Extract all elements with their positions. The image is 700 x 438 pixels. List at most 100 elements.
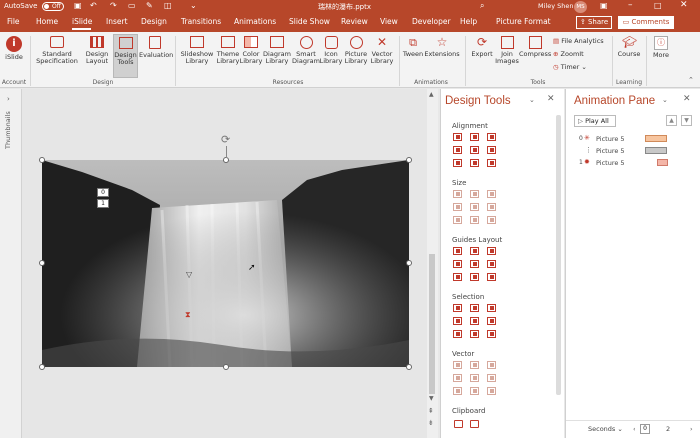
- resize-handle[interactable]: [406, 260, 412, 266]
- close-icon[interactable]: ✕: [680, 0, 688, 10]
- tab-help[interactable]: Help: [460, 17, 477, 26]
- guides-layout-tool-icon[interactable]: [487, 273, 496, 281]
- rotate-handle-icon[interactable]: ⟳: [221, 133, 230, 146]
- ribbon-display-icon[interactable]: ▣: [600, 1, 608, 10]
- standard-specification-button[interactable]: Standard Specification: [34, 36, 80, 65]
- guides-layout-tool-icon[interactable]: [470, 273, 479, 281]
- zoomit-button[interactable]: ⊕ ZoomIt: [553, 50, 584, 58]
- design-layout-button[interactable]: Design Layout: [82, 36, 112, 65]
- pane-options-icon[interactable]: ⌄: [662, 96, 668, 104]
- vector-tool-icon[interactable]: [487, 374, 496, 382]
- vector-library-button[interactable]: ✕ Vector Library: [368, 36, 396, 65]
- alignment-tool-icon[interactable]: [470, 159, 479, 167]
- scroll-up-icon[interactable]: ▲: [429, 91, 434, 98]
- smart-diagram-button[interactable]: Smart Diagram: [292, 36, 320, 65]
- seconds-dropdown[interactable]: Seconds ⌄: [588, 425, 623, 433]
- pane-options-icon[interactable]: ⌄: [529, 96, 535, 104]
- vector-tool-icon[interactable]: [470, 387, 479, 395]
- alignment-tool-icon[interactable]: [453, 159, 462, 167]
- redo-icon[interactable]: ↷: [110, 1, 117, 10]
- compress-button[interactable]: Compress: [519, 36, 551, 58]
- resize-handle[interactable]: [406, 157, 412, 163]
- animation-tag[interactable]: 1: [97, 199, 109, 208]
- evaluation-button[interactable]: Evaluation: [139, 36, 173, 59]
- size-tool-icon[interactable]: [487, 203, 496, 211]
- selection-tool-icon[interactable]: [470, 317, 479, 325]
- vector-tool-icon[interactable]: [453, 361, 462, 369]
- selection-tool-icon[interactable]: [453, 330, 462, 338]
- slideshow-library-button[interactable]: Slideshow Library: [178, 36, 216, 65]
- timeline-left-icon[interactable]: ‹: [633, 425, 636, 433]
- vector-tool-icon[interactable]: [487, 387, 496, 395]
- alignment-tool-icon[interactable]: [487, 133, 496, 141]
- shapes-icon[interactable]: ◫: [164, 1, 172, 10]
- picture-library-button[interactable]: Picture Library: [342, 36, 370, 65]
- vector-tool-icon[interactable]: [487, 361, 496, 369]
- share-button[interactable]: ⇪ Share: [576, 16, 612, 29]
- vector-tool-icon[interactable]: [453, 374, 462, 382]
- pen-icon[interactable]: ✎: [146, 1, 153, 10]
- timing-bar[interactable]: [645, 135, 667, 142]
- selection-tool-icon[interactable]: [487, 304, 496, 312]
- close-pane-icon[interactable]: ✕: [683, 94, 691, 104]
- resize-handle[interactable]: [39, 364, 45, 370]
- tab-review[interactable]: Review: [341, 17, 368, 26]
- vector-tool-icon[interactable]: [470, 374, 479, 382]
- user-avatar[interactable]: MS: [574, 1, 587, 13]
- thumbnails-strip[interactable]: › Thumbnails: [0, 89, 22, 438]
- animation-row[interactable]: 0 ✳ Picture 5: [572, 134, 697, 145]
- alignment-tool-icon[interactable]: [487, 146, 496, 154]
- selection-tool-icon[interactable]: [453, 317, 462, 325]
- animation-row[interactable]: ⋮ Picture 5: [572, 146, 697, 157]
- animation-tag[interactable]: 0: [97, 188, 109, 197]
- autosave-toggle[interactable]: Off: [42, 2, 64, 11]
- expand-thumbnails-icon[interactable]: ›: [7, 95, 10, 103]
- motion-path-start-icon[interactable]: ▽: [186, 270, 192, 279]
- pane-scrollbar[interactable]: [556, 115, 561, 395]
- tab-view[interactable]: View: [380, 17, 398, 26]
- move-down-icon[interactable]: ▼: [681, 115, 692, 126]
- color-library-button[interactable]: Color Library: [239, 36, 263, 65]
- tween-button[interactable]: ⧉ Tween: [402, 36, 424, 58]
- resize-handle[interactable]: [406, 364, 412, 370]
- alignment-tool-icon[interactable]: [453, 146, 462, 154]
- comments-button[interactable]: ▭ Comments: [618, 16, 674, 29]
- vector-tool-icon[interactable]: [470, 361, 479, 369]
- paste-icon[interactable]: [470, 420, 479, 428]
- minimize-icon[interactable]: –: [628, 0, 633, 10]
- alignment-tool-icon[interactable]: [487, 159, 496, 167]
- course-button[interactable]: 🎓︎ Course: [616, 36, 642, 58]
- selection-tool-icon[interactable]: [470, 304, 479, 312]
- tab-design[interactable]: Design: [141, 17, 167, 26]
- timeline-start[interactable]: 0: [640, 424, 650, 434]
- more-button[interactable]: ⓘ More: [650, 36, 672, 59]
- maximize-icon[interactable]: □: [654, 1, 662, 10]
- selection-tool-icon[interactable]: [453, 304, 462, 312]
- copy-icon[interactable]: [454, 420, 463, 428]
- alignment-tool-icon[interactable]: [470, 133, 479, 141]
- guides-layout-tool-icon[interactable]: [453, 260, 462, 268]
- undo-icon[interactable]: ↶: [90, 1, 97, 10]
- size-tool-icon[interactable]: [487, 190, 496, 198]
- tab-slide-show[interactable]: Slide Show: [289, 17, 330, 26]
- size-tool-icon[interactable]: [453, 216, 462, 224]
- file-analytics-button[interactable]: ▤ File Analytics: [553, 37, 604, 45]
- size-tool-icon[interactable]: [453, 203, 462, 211]
- alignment-tool-icon[interactable]: [453, 133, 462, 141]
- islide-account-button[interactable]: i iSlide: [3, 36, 25, 61]
- resize-handle[interactable]: [39, 260, 45, 266]
- guides-layout-tool-icon[interactable]: [487, 260, 496, 268]
- diagram-library-button[interactable]: Diagram Library: [262, 36, 292, 65]
- tab-home[interactable]: Home: [36, 17, 58, 26]
- theme-library-button[interactable]: Theme Library: [214, 36, 242, 65]
- selection-tool-icon[interactable]: [487, 317, 496, 325]
- guides-layout-tool-icon[interactable]: [453, 273, 462, 281]
- tab-file[interactable]: File: [7, 17, 20, 26]
- animation-row[interactable]: 1 ✹ Picture 5: [572, 158, 697, 169]
- canvas-scrollbar[interactable]: ▲ ▼ ⇞ ⇟: [427, 89, 438, 438]
- resize-handle[interactable]: [223, 364, 229, 370]
- tab-transitions[interactable]: Transitions: [181, 17, 221, 26]
- timing-bar[interactable]: [645, 147, 667, 154]
- close-pane-icon[interactable]: ✕: [547, 94, 555, 104]
- join-images-button[interactable]: Join Images: [494, 36, 520, 65]
